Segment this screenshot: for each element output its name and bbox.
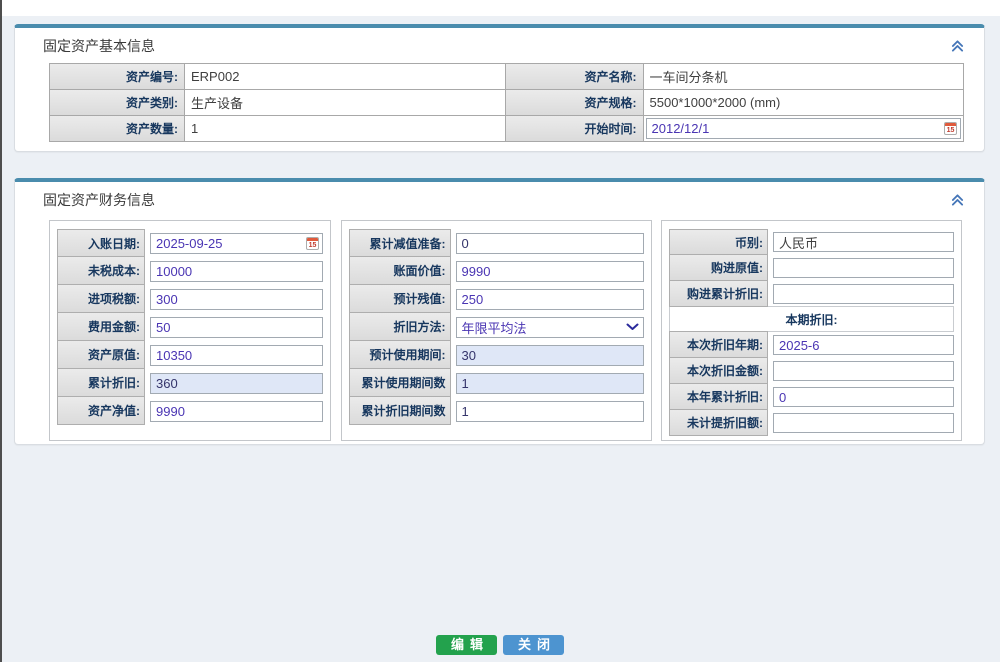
accum-depreciation-label: 累计折旧: [57, 368, 145, 397]
net-value-input[interactable]: 9990 [150, 401, 323, 422]
used-periods-input[interactable]: 1 [456, 373, 644, 394]
asset-category-value: 生产设备 [185, 90, 506, 116]
untaxed-cost-label: 未税成本: [57, 256, 145, 285]
salvage-value-label: 预计残值: [349, 284, 451, 313]
close-button[interactable]: 关闭 [503, 635, 564, 655]
input-tax-input[interactable]: 300 [150, 289, 323, 310]
start-time-label: 开始时间: [506, 116, 644, 142]
expected-periods-input[interactable]: 30 [456, 345, 644, 366]
asset-spec-label: 资产规格: [506, 90, 644, 116]
original-value-row: 资产原值: 10350 [57, 341, 323, 369]
undepreciated-amount-input[interactable] [773, 413, 954, 433]
finance-group-depreciation: 累计减值准备: 0 账面价值: 9990 预计残值: 250 折旧方法: 年限平… [341, 220, 652, 441]
salvage-value-input[interactable]: 250 [456, 289, 644, 310]
untaxed-cost-input[interactable]: 10000 [150, 261, 323, 282]
calendar-icon[interactable]: 15 [306, 237, 319, 250]
currency-label: 币别: [669, 229, 768, 255]
current-depr-year-label: 本次折旧年期: [669, 331, 768, 358]
original-value-input[interactable]: 10350 [150, 345, 323, 366]
asset-quantity-label: 资产数量: [50, 116, 185, 142]
current-depr-amount-label: 本次折旧金额: [669, 357, 768, 384]
finance-info-title: 固定资产财务信息 [43, 190, 155, 210]
asset-spec-value: 5500*1000*2000 (mm) [644, 90, 965, 116]
purchase-original-label: 购进原值: [669, 254, 768, 281]
basic-info-title: 固定资产基本信息 [43, 36, 155, 56]
asset-code-label: 资产编号: [50, 64, 185, 90]
undepreciated-amount-label: 未计提折旧额: [669, 409, 768, 436]
current-depr-amount-row: 本次折旧金额: [669, 358, 954, 384]
finance-group-current: 币别: 人民币 购进原值: 购进累计折旧: 本期折旧: 本次折旧年期: 2025… [661, 220, 962, 441]
depreciated-periods-row: 累计折旧期间数 1 [349, 397, 644, 425]
year-accum-depr-row: 本年累计折旧: 0 [669, 384, 954, 410]
salvage-value-row: 预计残值: 250 [349, 285, 644, 313]
untaxed-cost-row: 未税成本: 10000 [57, 257, 323, 285]
depreciation-method-select[interactable]: 年限平均法 [456, 317, 644, 338]
purchase-original-input[interactable] [773, 258, 954, 278]
finance-info-panel: 固定资产财务信息 入账日期: 2025-09-25 15 未税成本: 10000… [14, 178, 985, 445]
book-value-row: 账面价值: 9990 [349, 257, 644, 285]
book-value-label: 账面价值: [349, 256, 451, 285]
depreciated-periods-label: 累计折旧期间数 [349, 396, 451, 425]
basic-info-panel: 固定资产基本信息 资产编号: ERP002 资产名称: 一车间分条机 资产类别:… [14, 24, 985, 152]
entry-date-row: 入账日期: 2025-09-25 15 [57, 229, 323, 257]
depreciation-method-label: 折旧方法: [349, 312, 451, 341]
expected-periods-label: 预计使用期间: [349, 340, 451, 369]
purchase-original-row: 购进原值: [669, 255, 954, 281]
book-value-input[interactable]: 9990 [456, 261, 644, 282]
current-depr-year-input[interactable]: 2025-6 [773, 335, 954, 355]
current-depreciation-section-header: 本期折旧: [669, 306, 954, 332]
impairment-reserve-input[interactable]: 0 [456, 233, 644, 254]
asset-quantity-value: 1 [185, 116, 506, 142]
accum-depreciation-input[interactable]: 360 [150, 373, 323, 394]
edit-button[interactable]: 编辑 [436, 635, 497, 655]
input-tax-row: 进项税额: 300 [57, 285, 323, 313]
asset-name-value: 一车间分条机 [644, 64, 965, 90]
footer-buttons: 编辑 关闭 [0, 635, 1000, 655]
fee-amount-row: 费用金额: 50 [57, 313, 323, 341]
currency-value: 人民币 [773, 232, 954, 252]
used-periods-label: 累计使用期间数 [349, 368, 451, 397]
year-accum-depr-input[interactable]: 0 [773, 387, 954, 407]
collapse-basic-icon[interactable] [949, 38, 966, 54]
basic-info-table: 资产编号: ERP002 资产名称: 一车间分条机 资产类别: 生产设备 资产规… [49, 63, 964, 142]
current-depr-amount-input[interactable] [773, 361, 954, 381]
purchase-accum-depr-label: 购进累计折旧: [669, 280, 768, 307]
depreciated-periods-input[interactable]: 1 [456, 401, 644, 422]
start-time-input[interactable]: 2012/12/1 15 [646, 118, 962, 139]
current-depr-year-row: 本次折旧年期: 2025-6 [669, 332, 954, 358]
asset-name-label: 资产名称: [506, 64, 644, 90]
start-time-cell: 2012/12/1 15 [644, 116, 965, 142]
impairment-reserve-label: 累计减值准备: [349, 229, 451, 257]
original-value-label: 资产原值: [57, 340, 145, 369]
top-white-strip [0, 0, 1000, 16]
purchase-accum-depr-input[interactable] [773, 284, 954, 304]
entry-date-label: 入账日期: [57, 229, 145, 257]
accum-depreciation-row: 累计折旧: 360 [57, 369, 323, 397]
finance-info-header: 固定资产财务信息 [15, 182, 984, 210]
net-value-label: 资产净值: [57, 396, 145, 425]
basic-info-header: 固定资产基本信息 [15, 28, 984, 56]
asset-code-value: ERP002 [185, 64, 506, 90]
fee-amount-label: 费用金额: [57, 312, 145, 341]
undepreciated-amount-row: 未计提折旧额: [669, 410, 954, 436]
depreciation-method-row: 折旧方法: 年限平均法 [349, 313, 644, 341]
currency-row: 币别: 人民币 [669, 229, 954, 255]
entry-date-input[interactable]: 2025-09-25 15 [150, 233, 323, 254]
fee-amount-input[interactable]: 50 [150, 317, 323, 338]
impairment-reserve-row: 累计减值准备: 0 [349, 229, 644, 257]
used-periods-row: 累计使用期间数 1 [349, 369, 644, 397]
calendar-icon[interactable]: 15 [944, 122, 957, 135]
net-value-row: 资产净值: 9990 [57, 397, 323, 425]
window-left-edge [0, 0, 2, 662]
finance-group-cost: 入账日期: 2025-09-25 15 未税成本: 10000 进项税额: 30… [49, 220, 331, 441]
purchase-accum-depr-row: 购进累计折旧: [669, 281, 954, 307]
chevron-down-icon[interactable] [626, 323, 640, 331]
year-accum-depr-label: 本年累计折旧: [669, 383, 768, 410]
asset-category-label: 资产类别: [50, 90, 185, 116]
expected-periods-row: 预计使用期间: 30 [349, 341, 644, 369]
input-tax-label: 进项税额: [57, 284, 145, 313]
collapse-finance-icon[interactable] [949, 192, 966, 208]
finance-groups: 入账日期: 2025-09-25 15 未税成本: 10000 进项税额: 30… [49, 220, 962, 441]
